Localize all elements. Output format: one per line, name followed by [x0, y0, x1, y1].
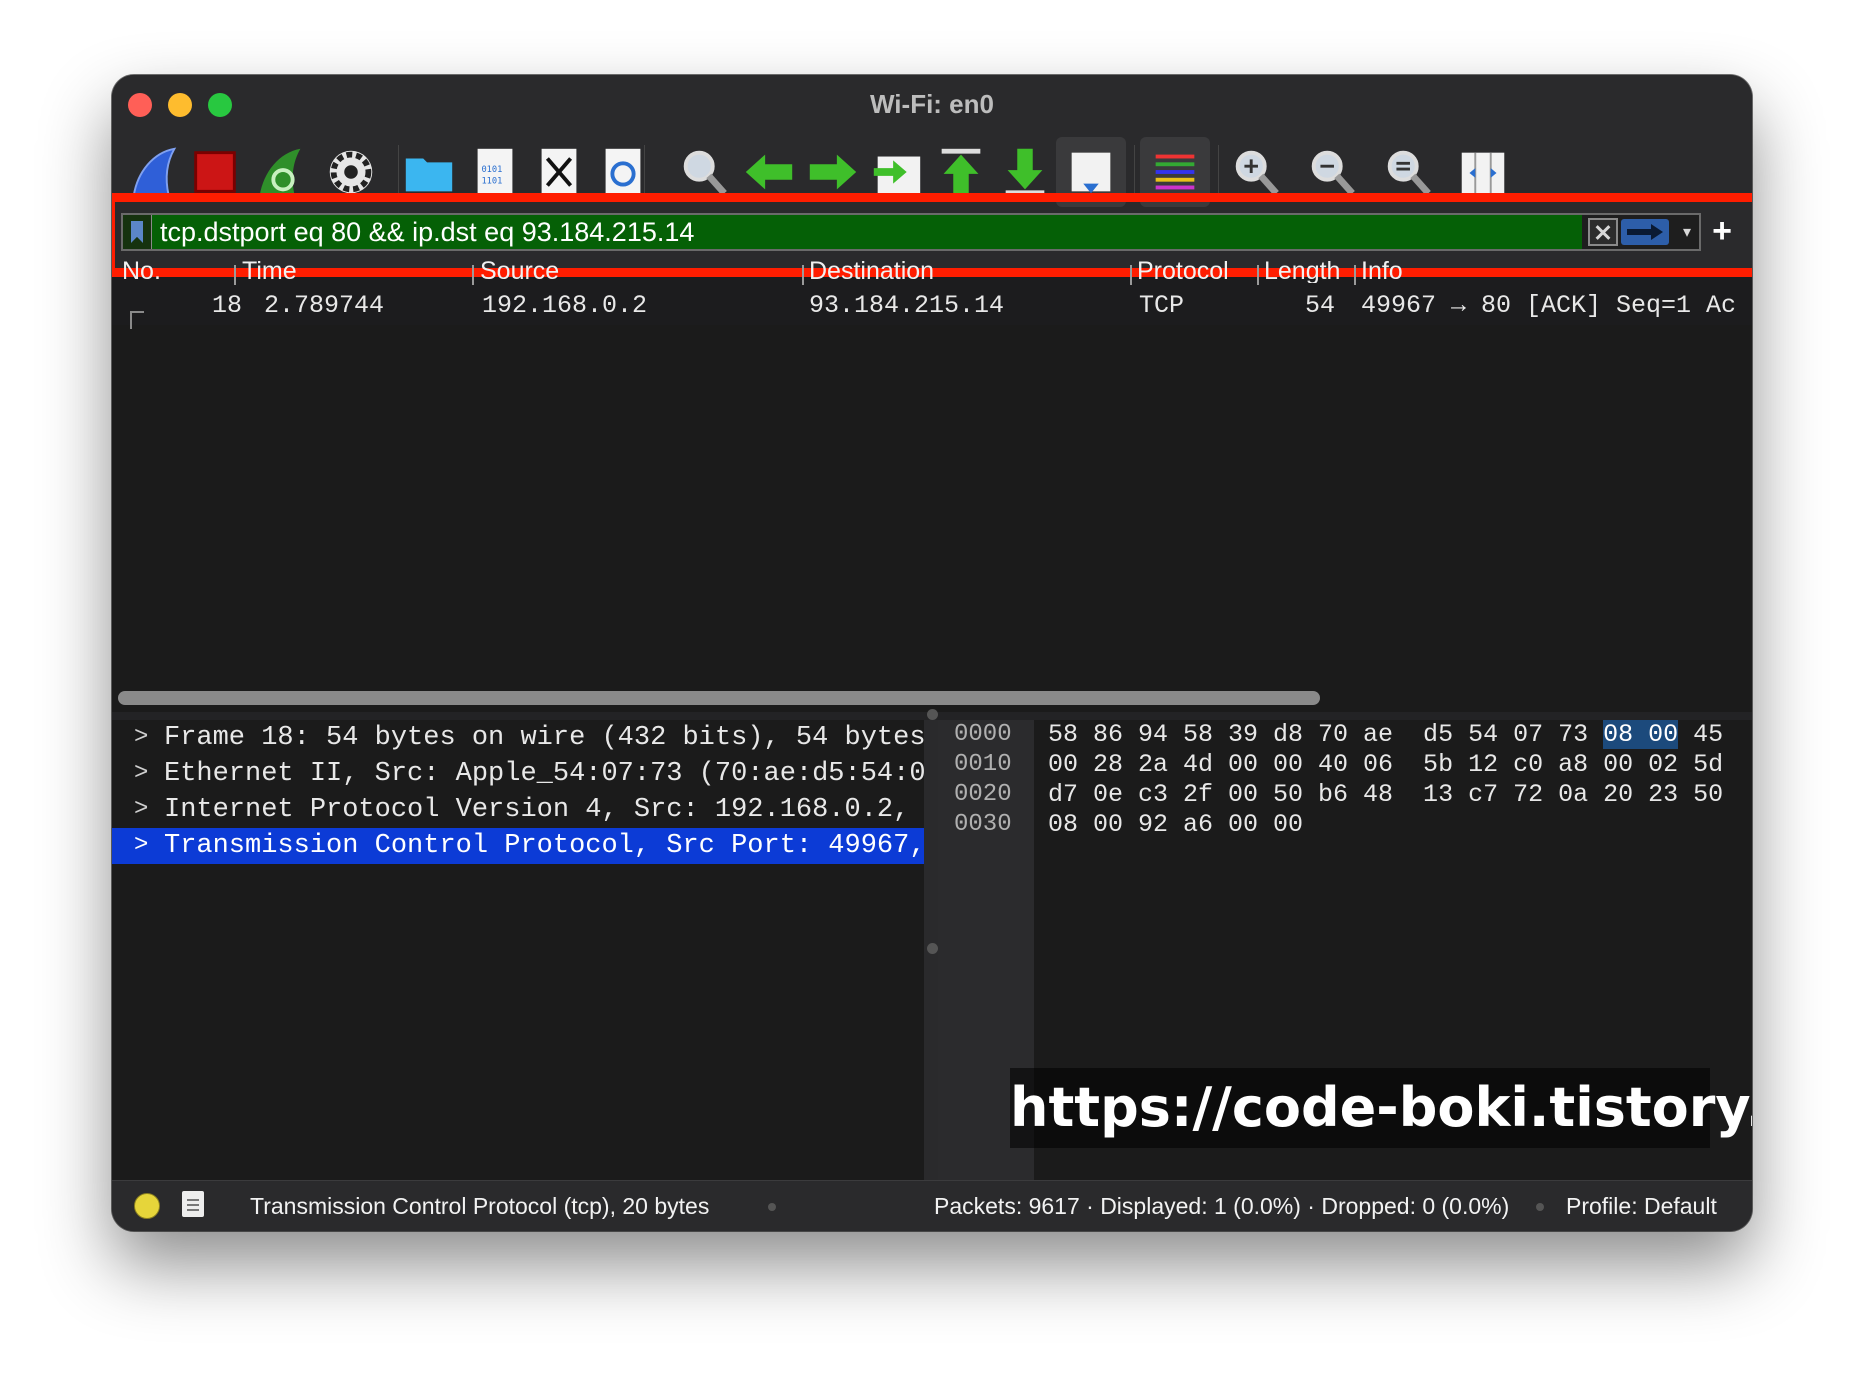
byte-offset: 0000 — [954, 721, 1012, 748]
packet-list-scrollbar[interactable] — [118, 691, 1320, 705]
tree-item-ipv4[interactable]: > Internet Protocol Version 4, Src: 192.… — [112, 792, 924, 828]
expand-arrow-icon[interactable]: > — [134, 828, 148, 864]
cell-source: 192.168.0.2 — [482, 291, 648, 320]
hex-line[interactable]: 08 00 92 a6 00 00 — [1048, 810, 1303, 840]
byte-offset: 0010 — [954, 751, 1012, 778]
hex-line[interactable]: d7 0e c3 2f 00 50 b6 48 13 c7 72 0a 20 2… — [1048, 780, 1723, 810]
svg-text:1101: 1101 — [481, 177, 502, 187]
capture-comment-icon[interactable] — [182, 1191, 204, 1217]
column-header-info[interactable]: Info — [1361, 259, 1403, 283]
cell-length: 54 — [1305, 291, 1336, 320]
hex-line[interactable]: 00 28 2a 4d 00 00 40 06 5b 12 c0 a8 00 0… — [1048, 750, 1723, 780]
byte-offset: 0020 — [954, 781, 1012, 808]
tree-item-frame[interactable]: > Frame 18: 54 bytes on wire (432 bits),… — [112, 720, 924, 756]
cell-info: 49967 → 80 [ACK] Seq=1 Ac — [1361, 291, 1737, 320]
packet-list-header: No. Time Source Destination Protocol Len… — [112, 259, 1752, 285]
cell-protocol: TCP — [1139, 291, 1185, 320]
expert-info-icon[interactable] — [134, 1193, 160, 1219]
tree-item-tcp[interactable]: > Transmission Control Protocol, Src Por… — [112, 828, 924, 864]
window-title: Wi-Fi: en0 — [870, 89, 994, 119]
expand-arrow-icon[interactable]: > — [134, 756, 148, 792]
wireshark-window: Wi-Fi: en0 0101 1101 tcp.dstport eq 80 &… — [112, 75, 1752, 1231]
cell-time: 2.789744 — [264, 291, 385, 320]
packet-row[interactable]: 18 2.789744 192.168.0.2 93.184.215.14 TC… — [112, 291, 1752, 321]
cell-destination: 93.184.215.14 — [809, 291, 1005, 320]
tree-item-label: Frame 18: 54 bytes on wire (432 bits), 5… — [164, 723, 924, 753]
column-header-length[interactable]: Length — [1264, 259, 1352, 283]
tree-item-label: Ethernet II, Src: Apple_54:07:73 (70:ae:… — [164, 759, 924, 789]
column-header-source[interactable]: Source — [480, 259, 559, 283]
column-header-no[interactable]: No. — [122, 259, 161, 283]
watermark-url: https://code-boki.tistory.com — [1010, 1068, 1752, 1148]
related-packet-marker — [130, 311, 144, 329]
expand-arrow-icon[interactable]: > — [134, 720, 148, 756]
status-profile[interactable]: Profile: Default — [1566, 1181, 1717, 1231]
cell-no: 18 — [212, 291, 243, 320]
tree-item-label: Transmission Control Protocol, Src Port:… — [164, 831, 924, 861]
svg-text:0101: 0101 — [481, 165, 502, 175]
selected-bytes[interactable]: 08 00 — [1603, 720, 1679, 749]
expand-arrow-icon[interactable]: > — [134, 792, 148, 828]
byte-offset: 0030 — [954, 811, 1012, 838]
hex-line[interactable]: 58 86 94 58 39 d8 70 ae d5 54 07 73 08 0… — [1048, 720, 1723, 750]
splitter-handle[interactable] — [927, 709, 938, 720]
status-bar: Transmission Control Protocol (tcp), 20 … — [112, 1180, 1752, 1231]
tree-item-ethernet[interactable]: > Ethernet II, Src: Apple_54:07:73 (70:a… — [112, 756, 924, 792]
status-packet-counts: Packets: 9617 · Displayed: 1 (0.0%) · Dr… — [934, 1193, 1510, 1219]
packet-details-pane: > Frame 18: 54 bytes on wire (432 bits),… — [112, 720, 924, 1180]
column-header-time[interactable]: Time — [242, 259, 297, 283]
column-header-destination[interactable]: Destination — [809, 259, 934, 283]
status-field-info: Transmission Control Protocol (tcp), 20 … — [250, 1193, 710, 1219]
column-header-protocol[interactable]: Protocol — [1137, 259, 1229, 283]
vertical-splitter-handle[interactable] — [927, 943, 938, 954]
tree-item-label: Internet Protocol Version 4, Src: 192.16… — [164, 795, 924, 825]
